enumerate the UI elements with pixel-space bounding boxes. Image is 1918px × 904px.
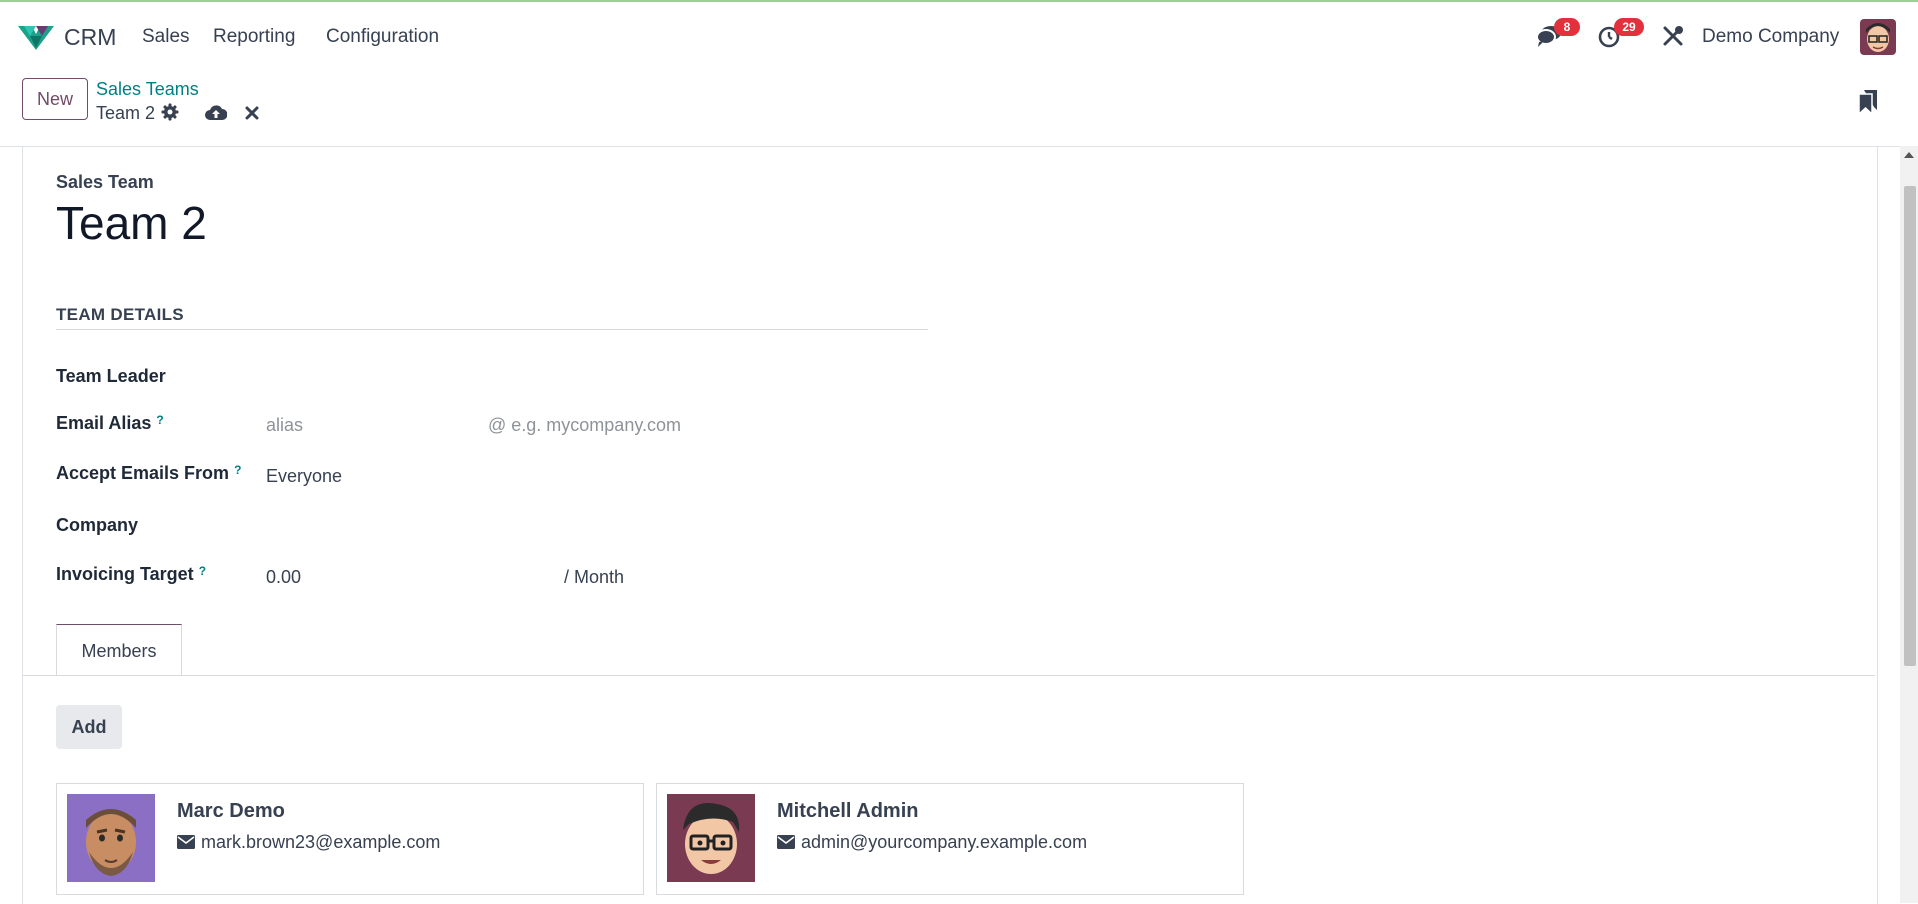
scrollbar-thumb[interactable] <box>1904 186 1916 666</box>
tools-icon <box>1663 26 1683 46</box>
invoicing-target-label: Invoicing Target? <box>56 564 206 585</box>
member-email-text: mark.brown23@example.com <box>201 832 441 852</box>
app-logo-icon[interactable] <box>18 22 54 50</box>
bookmark-icon <box>1858 90 1877 116</box>
company-field[interactable] <box>266 515 666 539</box>
accept-emails-label-text: Accept Emails From <box>56 463 230 483</box>
accept-emails-label: Accept Emails From? <box>56 463 241 484</box>
debug-tools-button[interactable] <box>1662 25 1684 47</box>
envelope-icon <box>777 835 795 849</box>
section-title: TEAM DETAILS <box>56 305 184 324</box>
team-name-field[interactable]: Team 2 <box>56 196 207 250</box>
member-avatar <box>667 794 755 882</box>
add-member-button[interactable]: Add <box>56 705 122 749</box>
user-avatar[interactable] <box>1860 19 1896 55</box>
messages-badge: 8 <box>1554 18 1580 36</box>
bookmarks-button[interactable] <box>1858 90 1878 119</box>
member-email: mark.brown23@example.com <box>177 832 440 853</box>
discard-button[interactable] <box>244 105 260 121</box>
company-label: Company <box>56 515 139 535</box>
activities-badge: 29 <box>1614 18 1644 36</box>
email-alias-input[interactable]: alias <box>266 415 303 436</box>
breadcrumb-current: Team 2 <box>96 103 156 123</box>
member-email: admin@yourcompany.example.com <box>777 832 1087 853</box>
member-avatar-marc-icon <box>67 794 155 882</box>
member-avatar <box>67 794 155 882</box>
email-alias-help-icon[interactable]: ? <box>156 413 163 427</box>
menu-reporting[interactable]: Reporting <box>213 26 295 48</box>
menu-sales[interactable]: Sales <box>142 26 190 48</box>
user-avatar-icon <box>1860 19 1896 55</box>
close-icon <box>245 106 259 120</box>
member-email-text: admin@yourcompany.example.com <box>801 832 1088 852</box>
member-card[interactable]: Mitchell Admin admin@yourcompany.example… <box>656 783 1244 895</box>
app-name[interactable]: CRM <box>64 24 116 51</box>
gear-icon <box>161 103 179 121</box>
member-avatar-mitchell-icon <box>667 794 755 882</box>
new-button[interactable]: New <box>22 78 88 120</box>
invoicing-target-help-icon[interactable]: ? <box>199 564 206 578</box>
invoicing-target-input[interactable]: 0.00 <box>266 567 301 588</box>
tab-members[interactable]: Members <box>56 624 182 676</box>
scroll-up-arrow[interactable] <box>1904 152 1914 158</box>
email-domain-input[interactable]: @ e.g. mycompany.com <box>488 415 681 436</box>
breadcrumb-sales-teams[interactable]: Sales Teams <box>96 79 199 100</box>
cloud-upload-icon <box>205 105 228 120</box>
company-switcher[interactable]: Demo Company <box>1702 26 1839 48</box>
main-navbar: CRM Sales Reporting Configuration 8 29 D… <box>0 2 1918 68</box>
member-card[interactable]: Marc Demo mark.brown23@example.com <box>56 783 644 895</box>
team-leader-label: Team Leader <box>56 366 166 386</box>
name-label: Sales Team <box>56 172 154 192</box>
save-button[interactable] <box>205 104 228 122</box>
member-name: Mitchell Admin <box>777 800 919 822</box>
accept-emails-help-icon[interactable]: ? <box>234 463 241 477</box>
record-actions-button[interactable] <box>161 103 179 121</box>
section-divider <box>56 329 928 330</box>
invoicing-target-suffix: / Month <box>564 567 625 587</box>
email-alias-label-text: Email Alias <box>56 413 152 433</box>
team-leader-field[interactable] <box>266 366 666 390</box>
email-alias-label: Email Alias? <box>56 413 164 434</box>
invoicing-target-label-text: Invoicing Target <box>56 564 194 584</box>
tab-divider <box>23 675 1875 676</box>
menu-configuration[interactable]: Configuration <box>326 26 439 48</box>
member-name: Marc Demo <box>177 800 285 822</box>
envelope-icon <box>177 835 195 849</box>
accept-emails-select[interactable]: Everyone <box>266 466 342 487</box>
